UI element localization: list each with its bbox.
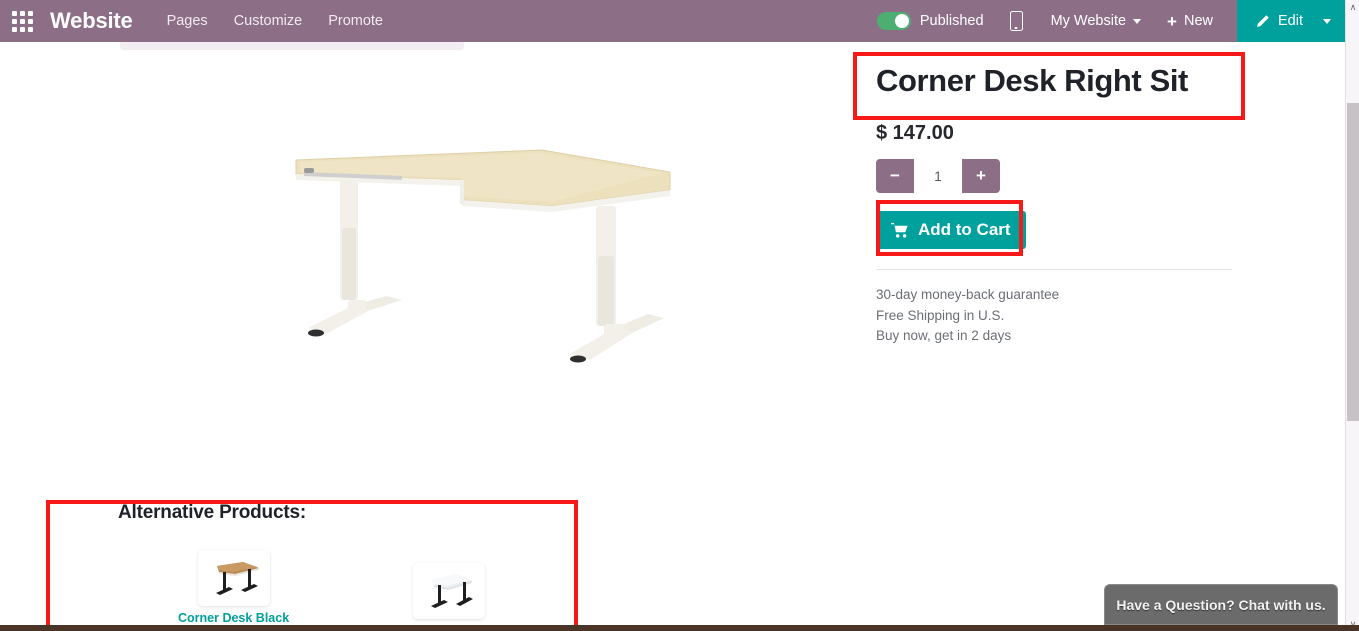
publish-switch[interactable] [876, 12, 911, 30]
customizable-desk-thumb[interactable] [412, 563, 485, 619]
alternative-products-heading: Alternative Products: [118, 502, 306, 523]
product-promises: 30-day money-back guarantee Free Shippin… [876, 285, 1232, 347]
vertical-scrollbar[interactable]: ∧ ∨ [1345, 0, 1359, 631]
nav-item-promote[interactable]: Promote [328, 13, 383, 29]
quantity-stepper: − + [876, 159, 1000, 194]
quantity-decrement-button[interactable]: − [876, 159, 914, 194]
publish-label: Published [919, 13, 984, 29]
add-to-cart-button[interactable]: Add to Cart [876, 211, 1026, 250]
pencil-icon [1255, 14, 1270, 29]
mobile-preview-icon[interactable] [1009, 11, 1023, 31]
scrollbar-thumb[interactable] [1347, 103, 1359, 421]
odoo-top-navbar: Website Pages Customize Promote Publishe… [0, 0, 1345, 42]
product-image[interactable] [252, 128, 722, 418]
desktop-taskbar [0, 625, 1359, 631]
new-button[interactable]: + New [1167, 13, 1213, 30]
promise-delivery-time: Buy now, get in 2 days [876, 328, 1012, 344]
navbar-right-group: Published My Website + New Edit [876, 0, 1345, 42]
alternative-products-list: Corner Desk Black [48, 550, 578, 631]
quantity-input[interactable] [914, 159, 962, 194]
edit-button[interactable]: Edit [1237, 0, 1345, 42]
scrolled-off-panel [120, 42, 464, 50]
site-selector[interactable]: My Website [1050, 13, 1142, 29]
plus-icon: + [1167, 11, 1177, 31]
alternative-products-section: Alternative Products: Corner Desk Black [48, 502, 578, 631]
page-content: Corner Desk Right Sit $ 147.00 − + [0, 42, 1345, 631]
live-chat-button[interactable]: Have a Question? Chat with us. [1104, 584, 1338, 625]
page-title: Corner Desk Right Sit [876, 63, 1188, 98]
nav-item-pages[interactable]: Pages [167, 13, 208, 29]
corner-desk-black-thumb[interactable] [197, 550, 270, 606]
section-divider [876, 269, 1232, 271]
publish-toggle[interactable]: Published [876, 12, 984, 30]
list-item-label[interactable]: Corner Desk Black [178, 611, 289, 625]
list-item[interactable]: Customizable Desk (CO... [373, 563, 525, 631]
nav-item-customize[interactable]: Customize [234, 13, 303, 29]
brand-website[interactable]: Website [50, 8, 133, 34]
browser-viewport: Website Pages Customize Promote Publishe… [0, 0, 1359, 631]
add-to-cart-label: Add to Cart [918, 220, 1011, 240]
apps-grid-dots [11, 10, 33, 32]
site-selector-label: My Website [1050, 13, 1127, 29]
new-button-label: New [1183, 13, 1213, 29]
scroll-up-arrow-icon[interactable]: ∧ [1346, 0, 1359, 14]
promise-free-shipping: Free Shipping in U.S. [876, 307, 1005, 323]
chevron-down-icon [1133, 18, 1142, 24]
shopping-cart-icon [891, 222, 909, 238]
edit-dropdown-caret-icon[interactable] [1323, 18, 1331, 24]
product-info-column: Corner Desk Right Sit $ 147.00 − + [876, 62, 1232, 347]
product-price: $ 147.00 [876, 122, 954, 145]
list-item[interactable]: Corner Desk Black [178, 550, 289, 625]
live-chat-label: Have a Question? Chat with us. [1116, 596, 1326, 613]
apps-grid-icon[interactable] [0, 0, 44, 42]
edit-button-label: Edit [1278, 13, 1303, 29]
promise-money-back: 30-day money-back guarantee [876, 287, 1060, 303]
quantity-increment-button[interactable]: + [962, 159, 1000, 194]
